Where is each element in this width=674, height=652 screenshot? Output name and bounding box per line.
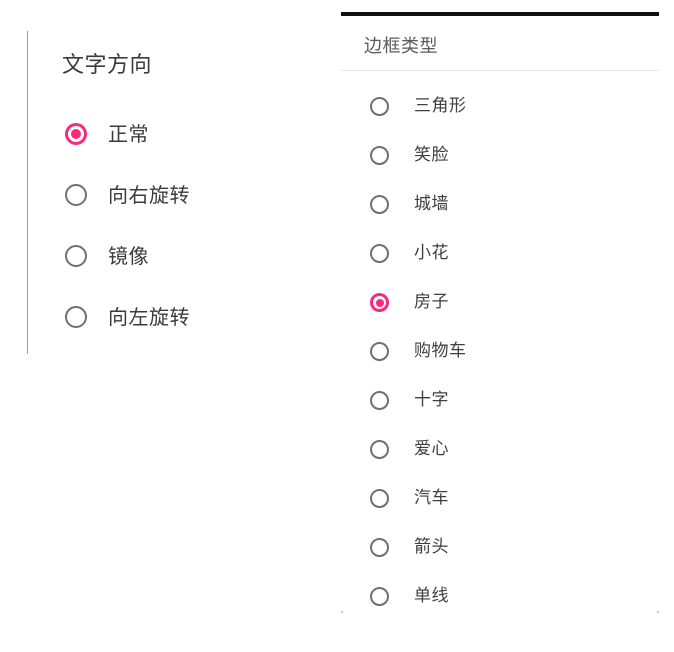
border-type-option-label: 城墙 — [414, 194, 449, 214]
radio-unselected-icon[interactable] — [65, 305, 87, 328]
text-direction-option-row[interactable]: 向右旋转 — [28, 164, 317, 225]
radio-unselected-icon[interactable] — [370, 587, 389, 606]
border-type-option-label: 汽车 — [414, 488, 449, 508]
border-type-option-label: 十字 — [414, 390, 449, 410]
border-type-option-label: 爱心 — [414, 439, 449, 459]
radio-unselected-icon[interactable] — [370, 489, 389, 508]
border-type-option-label: 小花 — [414, 243, 449, 263]
radio-unselected-icon[interactable] — [370, 440, 389, 459]
border-type-option-label: 笑脸 — [414, 145, 449, 165]
border-type-option-row[interactable]: 房子 — [341, 278, 659, 327]
text-direction-radio-group: 正常向右旋转镜像向左旋转 — [28, 103, 317, 347]
text-direction-option-label: 镜像 — [108, 243, 149, 268]
radio-unselected-icon[interactable] — [370, 342, 389, 361]
border-type-option-row[interactable]: 小花 — [341, 229, 659, 278]
text-direction-panel-title: 文字方向 — [62, 53, 153, 78]
radio-unselected-icon[interactable] — [370, 244, 389, 263]
radio-unselected-icon[interactable] — [370, 391, 389, 410]
radio-unselected-icon[interactable] — [370, 97, 389, 116]
text-direction-option-label: 向右旋转 — [108, 182, 190, 207]
border-type-option-row[interactable]: 笑脸 — [341, 131, 659, 180]
radio-unselected-icon[interactable] — [370, 195, 389, 214]
border-type-option-row[interactable]: 汽车 — [341, 474, 659, 523]
radio-unselected-icon[interactable] — [65, 183, 87, 206]
border-type-option-row[interactable]: 箭头 — [341, 523, 659, 572]
text-direction-option-label: 正常 — [108, 121, 149, 146]
border-type-option-row[interactable]: 单线 — [341, 572, 659, 621]
border-type-panel: 边框类型 三角形笑脸城墙小花房子购物车十字爱心汽车箭头单线 — [341, 12, 659, 613]
radio-unselected-icon[interactable] — [65, 244, 87, 267]
border-type-radio-group: 三角形笑脸城墙小花房子购物车十字爱心汽车箭头单线 — [341, 82, 659, 621]
border-type-option-label: 箭头 — [414, 537, 449, 557]
radio-unselected-icon[interactable] — [370, 146, 389, 165]
text-direction-option-row[interactable]: 镜像 — [28, 225, 317, 286]
border-type-panel-title: 边框类型 — [364, 36, 438, 57]
border-type-option-row[interactable]: 购物车 — [341, 327, 659, 376]
border-type-option-label: 购物车 — [414, 341, 467, 361]
radio-selected-icon[interactable] — [65, 122, 87, 145]
border-type-option-row[interactable]: 城墙 — [341, 180, 659, 229]
text-direction-panel: 文字方向 正常向右旋转镜像向左旋转 — [27, 31, 317, 354]
radio-selected-icon[interactable] — [370, 293, 389, 312]
border-type-panel-divider — [341, 70, 659, 71]
border-type-option-row[interactable]: 十字 — [341, 376, 659, 425]
border-type-option-row[interactable]: 爱心 — [341, 425, 659, 474]
border-type-option-label: 单线 — [414, 586, 449, 606]
radio-unselected-icon[interactable] — [370, 538, 389, 557]
text-direction-option-row[interactable]: 正常 — [28, 103, 317, 164]
text-direction-option-label: 向左旋转 — [108, 304, 190, 329]
border-type-option-label: 房子 — [414, 292, 449, 312]
text-direction-option-row[interactable]: 向左旋转 — [28, 286, 317, 347]
border-type-option-label: 三角形 — [414, 96, 467, 116]
border-type-option-row[interactable]: 三角形 — [341, 82, 659, 131]
